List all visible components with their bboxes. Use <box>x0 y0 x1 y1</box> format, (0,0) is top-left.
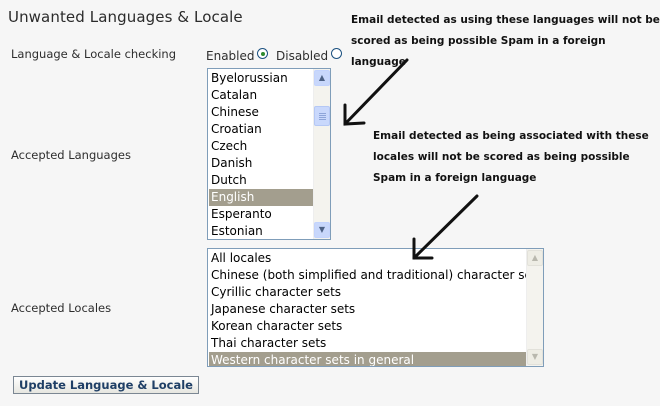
update-language-locale-button[interactable]: Update Language & Locale <box>13 376 199 394</box>
annotation-arrows <box>343 58 479 260</box>
arrow-to-languages-icon <box>343 58 409 126</box>
arrow-to-locales-icon <box>412 194 479 260</box>
